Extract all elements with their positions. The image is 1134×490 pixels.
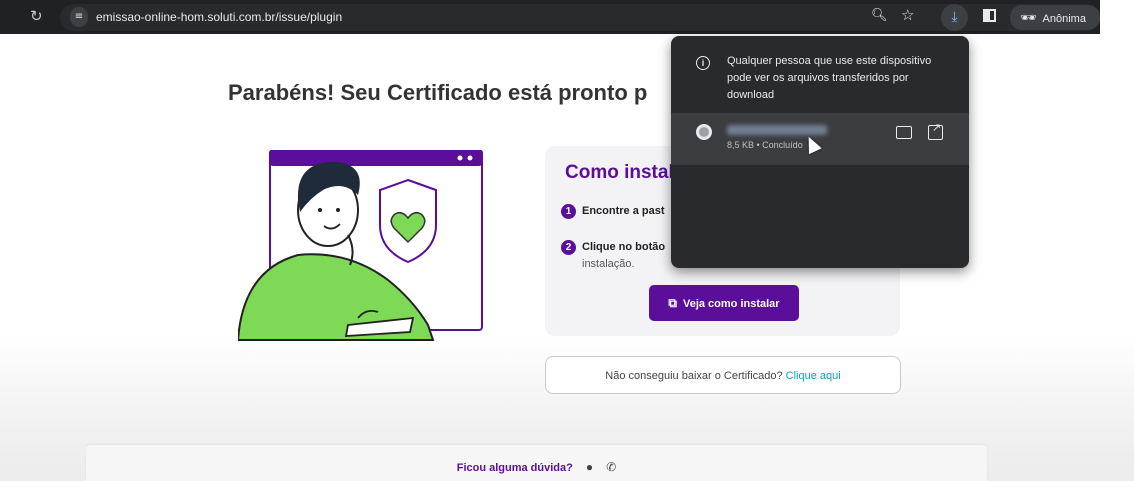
incognito-profile-button[interactable]: 🕶︎ Anônima	[1010, 5, 1100, 30]
step-1-text: Encontre a past	[582, 205, 665, 217]
downloads-popup: i Qualquer pessoa que use este dispositi…	[671, 36, 969, 268]
page-title: Parabéns! Seu Certificado está pronto p	[228, 80, 648, 105]
url-text[interactable]: emissao-online-hom.soluti.com.br/issue/p…	[96, 10, 342, 24]
incognito-icon: 🕶︎	[1020, 10, 1037, 25]
step-2-continuation: instalação.	[582, 258, 635, 270]
browser-toolbar: ↻ ≡ emissao-online-hom.soluti.com.br/iss…	[0, 0, 1100, 34]
footer-help-bar: Ficou alguma dúvida? ● ✆	[86, 445, 987, 481]
show-in-folder-icon[interactable]	[896, 126, 912, 139]
download-icon[interactable]: ⤓	[941, 4, 968, 31]
reload-icon[interactable]: ↻	[30, 7, 43, 25]
step-1: 1 Encontre a past	[561, 204, 665, 219]
side-panel-icon[interactable]	[983, 9, 996, 22]
phone-icon[interactable]: ✆	[606, 445, 616, 489]
certificate-illustration	[238, 150, 483, 341]
zoom-icon[interactable]: 🔍︎	[871, 8, 888, 23]
download-filename-blurred[interactable]	[727, 125, 827, 135]
profile-label: Anônima	[1042, 13, 1086, 25]
info-icon: i	[696, 56, 710, 70]
download-item[interactable]: 8,5 KB • Concluído	[671, 113, 969, 165]
bookmark-star-icon[interactable]: ☆	[901, 6, 914, 24]
card-heading: Como instal	[565, 162, 674, 183]
whatsapp-icon[interactable]: ●	[586, 445, 593, 489]
footer-question: Ficou alguma dúvida?	[456, 462, 573, 474]
step-2: 2 Clique no botão instalação.	[561, 240, 665, 270]
download-meta: 8,5 KB • Concluído	[727, 140, 803, 150]
download-help-box: Não conseguiu baixar o Certificado? Cliq…	[545, 356, 901, 394]
external-link-icon: ⧉	[668, 296, 677, 310]
file-icon	[696, 124, 712, 140]
click-here-link[interactable]: Clique aqui	[786, 370, 841, 382]
watch-how-to-install-button[interactable]: ⧉ Veja como instalar	[649, 285, 799, 321]
help-text: Não conseguiu baixar o Certificado?	[605, 370, 783, 382]
step-1-number: 1	[561, 204, 576, 219]
watch-button-label: Veja como instalar	[682, 298, 780, 310]
downloads-info-text: Qualquer pessoa que use este dispositivo…	[727, 55, 932, 101]
step-2-text: Clique no botão	[582, 241, 666, 253]
step-2-number: 2	[561, 240, 576, 255]
site-settings-icon[interactable]: ≡	[70, 7, 88, 27]
open-file-icon[interactable]	[928, 121, 943, 140]
